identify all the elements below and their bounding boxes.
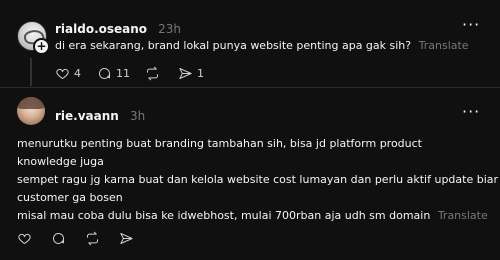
repost-icon — [147, 66, 158, 81]
post-line: knowledge juga — [17, 155, 104, 168]
heart-icon — [18, 233, 31, 244]
thread-line — [30, 58, 32, 86]
more-options-icon[interactable]: ··· — [462, 102, 480, 121]
avatar[interactable] — [17, 97, 45, 125]
repost-button[interactable] — [145, 66, 160, 81]
like-count: 4 — [74, 67, 81, 80]
reply-button[interactable]: 11 — [97, 66, 130, 81]
repost-icon — [87, 231, 98, 246]
timestamp: 3h — [129, 109, 146, 123]
follow-plus-icon[interactable]: + — [33, 38, 50, 55]
translate-link[interactable]: Translate — [419, 39, 469, 52]
reply-button[interactable] — [51, 231, 66, 246]
share-button[interactable] — [119, 231, 134, 246]
post-line: misal mau coba dulu bisa ke idwebhost, m… — [17, 209, 431, 222]
translate-link[interactable]: Translate — [438, 209, 488, 222]
like-button[interactable] — [17, 231, 32, 246]
post-text: di era sekarang, brand lokal punya websi… — [55, 39, 412, 52]
more-options-icon[interactable]: ··· — [462, 15, 480, 34]
username[interactable]: rialdo.oseano — [55, 22, 147, 36]
send-icon — [179, 68, 192, 79]
heart-icon — [56, 68, 69, 79]
divider — [0, 87, 500, 88]
like-button[interactable]: 4 — [55, 66, 81, 81]
send-icon — [120, 233, 133, 244]
username[interactable]: rie.vaann — [55, 109, 119, 123]
repost-button[interactable] — [85, 231, 100, 246]
post-line: menurutku penting buat branding tambahan… — [17, 137, 422, 150]
share-count: 1 — [197, 67, 204, 80]
timestamp: 23h — [158, 22, 182, 36]
reply-count: 11 — [116, 67, 130, 80]
comment-icon — [99, 68, 110, 79]
share-button[interactable]: 1 — [178, 66, 204, 81]
post-line: customer ga bosen — [17, 191, 123, 204]
comment-icon — [53, 233, 64, 244]
post-body: menurutku penting buat branding tambahan… — [17, 135, 498, 225]
post-line: sempet ragu jg karna buat dan kelola web… — [17, 173, 499, 186]
